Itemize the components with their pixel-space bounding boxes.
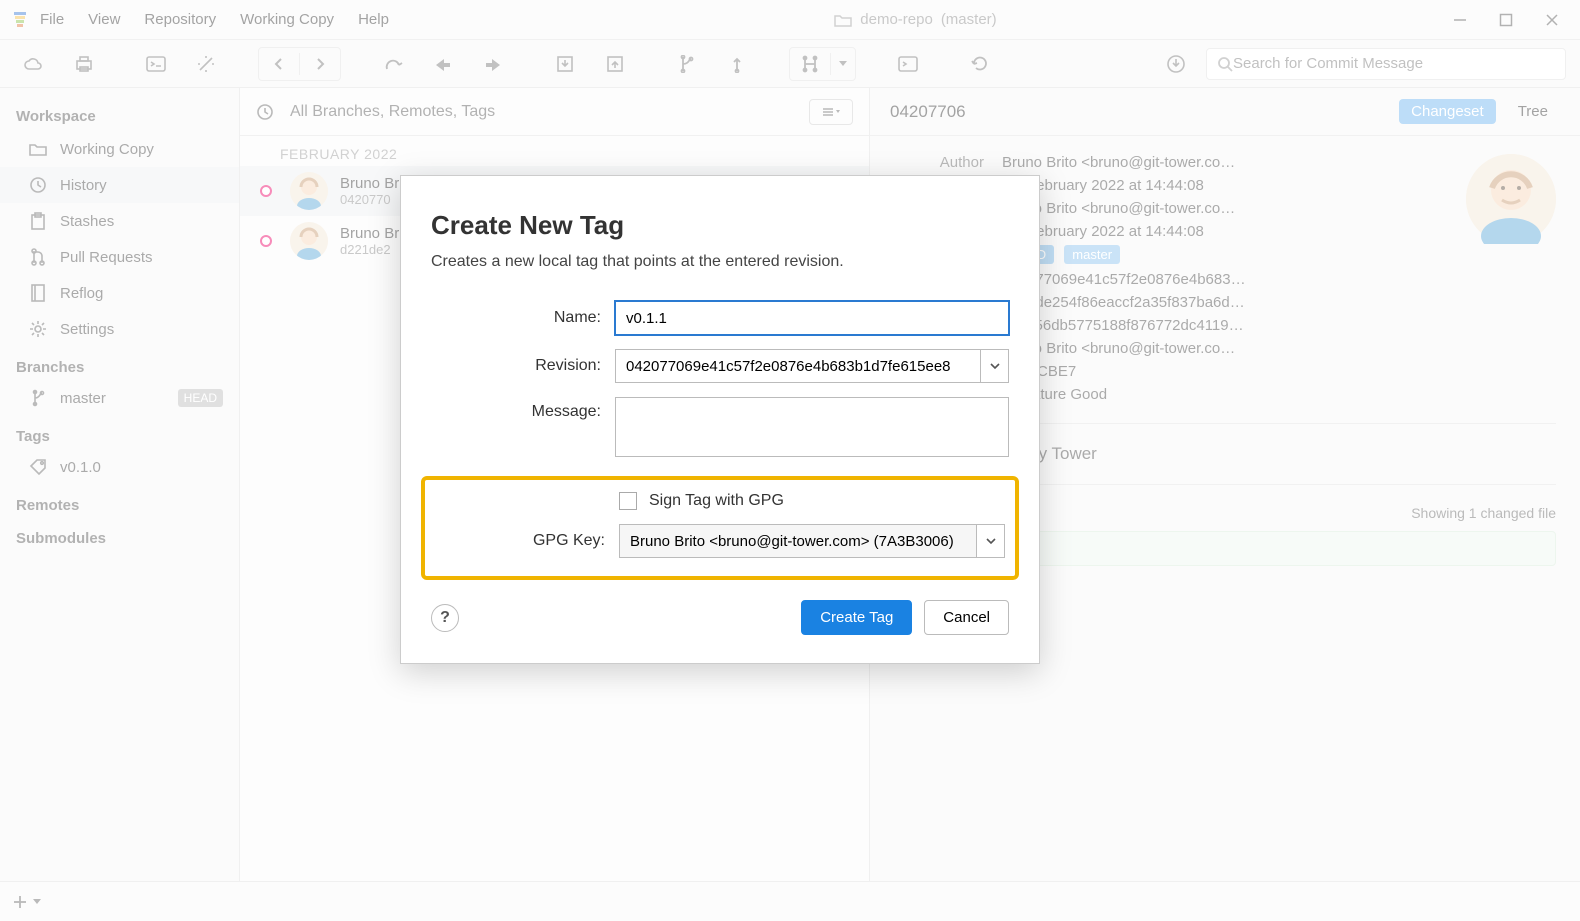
tag-message-input[interactable] (615, 397, 1009, 457)
gpg-key-label: GPG Key: (435, 532, 605, 550)
dialog-title: Create New Tag (431, 210, 1009, 241)
gpg-key-select[interactable] (619, 524, 977, 558)
gpg-highlight-box: Sign Tag with GPG GPG Key: (421, 476, 1019, 580)
revision-dropdown[interactable] (981, 349, 1009, 383)
sign-tag-label: Sign Tag with GPG (649, 492, 784, 510)
message-label: Message: (431, 397, 601, 421)
cancel-button[interactable]: Cancel (924, 600, 1009, 635)
name-label: Name: (431, 309, 601, 327)
sign-tag-checkbox[interactable] (619, 492, 637, 510)
gpg-key-dropdown[interactable] (977, 524, 1005, 558)
dialog-subtitle: Creates a new local tag that points at t… (431, 253, 1009, 271)
create-tag-button[interactable]: Create Tag (801, 600, 912, 635)
tag-name-input[interactable] (615, 301, 1009, 335)
help-button[interactable]: ? (431, 604, 459, 632)
create-tag-dialog: Create New Tag Creates a new local tag t… (400, 175, 1040, 664)
revision-label: Revision: (431, 357, 601, 375)
revision-input[interactable] (615, 349, 981, 383)
